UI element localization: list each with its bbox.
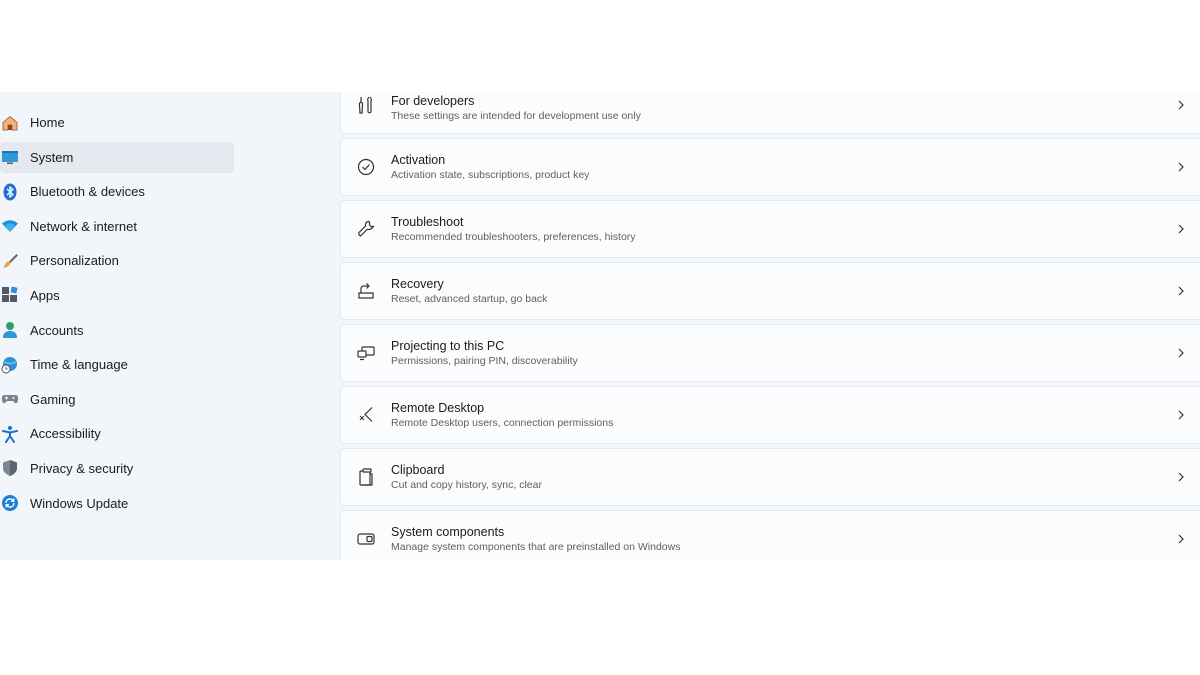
setting-subtitle: These settings are intended for developm… [391,110,641,122]
setting-projecting-to-this-pc[interactable]: Projecting to this PC Permissions, pairi… [340,324,1200,382]
projecting-icon [356,343,376,363]
sidebar-item-label: Privacy & security [30,460,134,476]
recovery-icon [356,281,376,301]
chevron-right-icon [1175,223,1187,235]
sidebar-item-home[interactable]: Home [0,107,234,138]
setting-title: Activation [391,152,446,167]
clipboard-icon [356,467,376,487]
sidebar-item-label: Bluetooth & devices [30,184,145,200]
home-icon [1,114,19,132]
sidebar-item-label: Gaming [30,391,76,407]
setting-recovery[interactable]: Recovery Reset, advanced startup, go bac… [340,262,1200,320]
setting-title: For developers [391,94,475,108]
setting-subtitle: Activation state, subscriptions, product… [391,168,590,181]
sidebar-item-label: Apps [30,287,60,303]
sidebar-item-windows-update[interactable]: Windows Update [0,488,234,519]
setting-subtitle: Recommended troubleshooters, preferences… [391,230,636,243]
chevron-right-icon [1175,471,1187,483]
chevron-right-icon [1175,409,1187,421]
setting-title: Recovery [391,276,444,291]
settings-window: Home System Bluetooth & devices Network … [0,92,1200,560]
developer-tools-icon [356,95,376,115]
setting-title: System components [391,524,505,539]
chevron-right-icon [1175,161,1187,173]
accessibility-icon [1,425,19,443]
gamepad-icon [1,390,19,408]
sidebar-item-system[interactable]: System [0,141,234,173]
sidebar-item-apps[interactable]: Apps [0,280,234,311]
sidebar-item-label: Home [30,115,65,130]
setting-subtitle: Cut and copy history, sync, clear [391,478,542,491]
setting-title: Projecting to this PC [391,338,505,353]
sidebar-item-network-internet[interactable]: Network & internet [0,211,234,242]
setting-troubleshoot[interactable]: Troubleshoot Recommended troubleshooters… [340,200,1200,258]
setting-title: Troubleshoot [391,214,464,229]
sidebar-item-gaming[interactable]: Gaming [0,384,234,415]
setting-subtitle: Reset, advanced startup, go back [391,292,548,305]
setting-subtitle: Permissions, pairing PIN, discoverabilit… [391,354,578,367]
chevron-right-icon [1175,99,1187,111]
bluetooth-icon [1,183,19,201]
sidebar-item-label: Personalization [30,253,119,269]
setting-activation[interactable]: Activation Activation state, subscriptio… [340,138,1200,196]
sidebar-item-privacy-security[interactable]: Privacy & security [0,453,234,484]
setting-subtitle: Remote Desktop users, connection permiss… [391,416,614,429]
sidebar-nav: Home System Bluetooth & devices Network … [0,107,240,522]
sidebar-item-label: System [30,149,74,165]
setting-title: Remote Desktop [391,400,485,415]
chevron-right-icon [1175,533,1187,545]
settings-list: For developers These settings are intend… [340,92,1200,560]
sidebar-item-label: Time & language [30,357,128,373]
chevron-right-icon [1175,347,1187,359]
sidebar-item-time-language[interactable]: Time & language [0,349,234,380]
sidebar-item-label: Accounts [30,322,84,338]
brush-icon [1,252,19,270]
sidebar-item-accessibility[interactable]: Accessibility [0,418,234,449]
setting-remote-desktop[interactable]: Remote Desktop Remote Desktop users, con… [340,386,1200,444]
setting-system-components[interactable]: System components Manage system componen… [340,510,1200,560]
sidebar-item-label: Network & internet [30,218,137,234]
person-icon [1,321,19,339]
shield-icon [1,459,19,477]
wrench-icon [356,219,376,239]
sidebar-item-bluetooth-devices[interactable]: Bluetooth & devices [0,176,234,207]
check-circle-icon [356,157,376,177]
sidebar-item-personalization[interactable]: Personalization [0,245,234,276]
apps-icon [1,286,19,304]
setting-clipboard[interactable]: Clipboard Cut and copy history, sync, cl… [340,448,1200,506]
chevron-right-icon [1175,285,1187,297]
sidebar-item-label: Windows Update [30,495,129,511]
wifi-icon [1,217,19,235]
system-icon [1,148,19,166]
setting-for-developers[interactable]: For developers These settings are intend… [340,92,1200,134]
remote-desktop-icon [356,405,376,425]
globe-clock-icon [1,356,19,374]
sidebar-item-accounts[interactable]: Accounts [0,315,234,346]
setting-subtitle: Manage system components that are preins… [391,540,681,553]
system-components-icon [356,529,376,549]
update-icon [1,494,19,512]
sidebar-item-label: Accessibility [30,426,101,442]
setting-title: Clipboard [391,462,445,477]
